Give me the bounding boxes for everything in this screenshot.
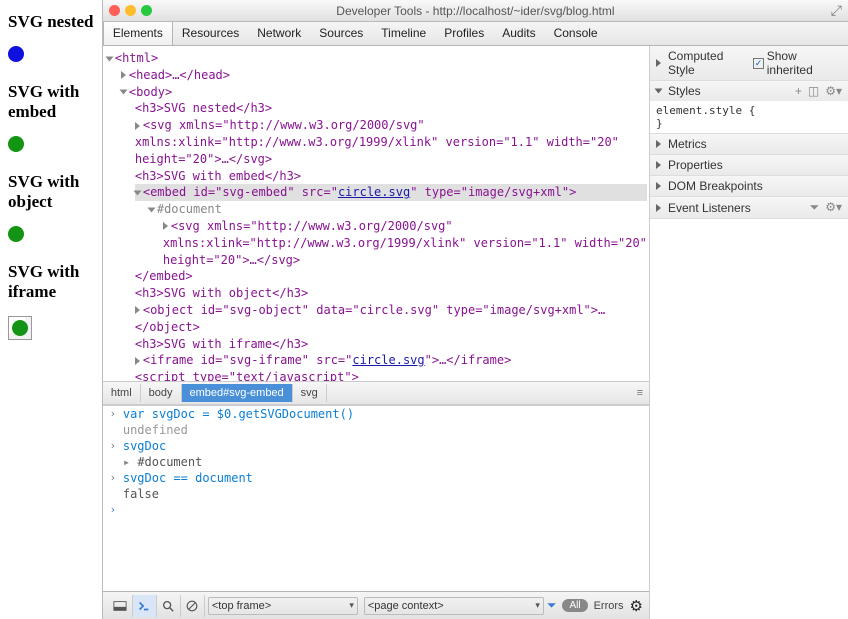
dock-toggle-icon[interactable] <box>109 595 133 617</box>
tab-profiles[interactable]: Profiles <box>435 22 493 45</box>
svg-iframe-box <box>8 316 32 340</box>
tab-timeline[interactable]: Timeline <box>372 22 435 45</box>
svg-circle-embed <box>8 136 24 152</box>
console-panel[interactable]: ›var svgDoc = $0.getSVGDocument() undefi… <box>103 405 649 591</box>
tab-console[interactable]: Console <box>545 22 607 45</box>
filter-icon[interactable]: ⏷ <box>810 200 820 215</box>
dom-node[interactable]: <object id="svg-object" data="circle.svg… <box>135 303 605 334</box>
console-output: ▸ #document <box>123 455 202 469</box>
window-zoom-icon[interactable] <box>141 5 152 16</box>
filter-icon[interactable]: ⏷ <box>547 598 557 613</box>
window-expand-icon[interactable]: ⤢ <box>831 2 842 19</box>
tab-elements[interactable]: Elements <box>103 22 173 45</box>
crumb-svg[interactable]: svg <box>293 384 327 402</box>
dom-shadow-doc[interactable]: #document <box>157 202 222 216</box>
breadcrumb-menu-icon[interactable]: ≡ <box>637 387 643 399</box>
styles-body[interactable]: element.style { } <box>650 101 848 133</box>
tab-resources[interactable]: Resources <box>173 22 248 45</box>
filter-errors-button[interactable]: Errors <box>594 600 624 612</box>
console-output: false <box>123 487 159 501</box>
dom-breadcrumb: html body embed#svg-embed svg ≡ <box>103 381 649 405</box>
window-title: Developer Tools - http://localhost/~ider… <box>103 4 848 18</box>
show-console-icon[interactable] <box>133 595 157 617</box>
page-heading-object: SVG with object <box>8 172 96 212</box>
tab-network[interactable]: Network <box>248 22 310 45</box>
filter-all-button[interactable]: All <box>562 599 587 612</box>
dom-node[interactable]: <h3>SVG with iframe</h3> <box>135 337 308 351</box>
svg-circle-nested <box>8 46 24 62</box>
gear-icon[interactable]: ⚙▾ <box>825 84 842 98</box>
sidebar-event-listeners-label[interactable]: Event Listeners <box>668 201 751 215</box>
dom-node[interactable]: <iframe id="svg-iframe" src="circle.svg"… <box>143 353 511 367</box>
show-inherited-checkbox[interactable]: ✓ <box>753 58 764 69</box>
console-input: var svgDoc = $0.getSVGDocument() <box>123 407 354 421</box>
gear-icon[interactable]: ⚙▾ <box>825 200 842 215</box>
devtools-window: Developer Tools - http://localhost/~ider… <box>102 0 848 619</box>
clear-console-icon[interactable] <box>181 595 205 617</box>
devtools-tabs: Elements Resources Network Sources Timel… <box>103 22 848 46</box>
tab-sources[interactable]: Sources <box>310 22 372 45</box>
crumb-body[interactable]: body <box>141 384 182 402</box>
sidebar-show-inherited-label: Show inherited <box>767 49 842 77</box>
console-input: svgDoc <box>123 439 166 453</box>
console-output: undefined <box>123 423 188 437</box>
iframe-src-link[interactable]: circle.svg <box>352 353 424 367</box>
sidebar-computed-label[interactable]: Computed Style <box>668 49 749 77</box>
dom-node[interactable]: <script type="text/javascript"> <box>135 370 359 381</box>
tab-audits[interactable]: Audits <box>493 22 544 45</box>
search-icon[interactable] <box>157 595 181 617</box>
sidebar-dom-breakpoints-label[interactable]: DOM Breakpoints <box>668 179 763 193</box>
sidebar-metrics-label[interactable]: Metrics <box>668 137 707 151</box>
dom-node[interactable]: <html> <box>115 51 158 65</box>
dom-node[interactable]: <h3>SVG with object</h3> <box>135 286 308 300</box>
dom-node[interactable]: <svg xmlns="http://www.w3.org/2000/svg" … <box>163 219 649 267</box>
dom-tree[interactable]: <html> <head>…</head> <body> <h3>SVG nes… <box>103 46 649 381</box>
dom-node[interactable]: </embed> <box>135 269 193 283</box>
embed-src-link[interactable]: circle.svg <box>338 185 410 199</box>
window-minimize-icon[interactable] <box>125 5 136 16</box>
rendered-page: SVG nested SVG with embed SVG with objec… <box>0 0 102 619</box>
console-input: svgDoc == document <box>123 471 253 485</box>
devtools-titlebar[interactable]: Developer Tools - http://localhost/~ider… <box>103 0 848 22</box>
sidebar-properties-label[interactable]: Properties <box>668 158 723 172</box>
svg-circle-object <box>8 226 24 242</box>
gear-icon[interactable]: ⚙ <box>630 597 643 615</box>
page-heading-iframe: SVG with iframe <box>8 262 96 302</box>
styles-sidebar: Computed Style ✓Show inherited Styles + … <box>650 46 848 619</box>
page-heading-embed: SVG with embed <box>8 82 96 122</box>
dom-node[interactable]: <body> <box>129 85 172 99</box>
frame-select[interactable]: <top frame>▾ <box>208 597 358 615</box>
page-heading-nested: SVG nested <box>8 12 96 32</box>
window-close-icon[interactable] <box>109 5 120 16</box>
dom-node[interactable]: <head>…</head> <box>129 68 230 82</box>
add-style-icon[interactable]: + <box>795 84 802 98</box>
sidebar-styles-label[interactable]: Styles <box>668 84 701 98</box>
crumb-embed[interactable]: embed#svg-embed <box>182 384 293 402</box>
context-select[interactable]: <page context>▾ <box>364 597 544 615</box>
dom-node[interactable]: <svg xmlns="http://www.w3.org/2000/svg" … <box>135 118 626 166</box>
crumb-html[interactable]: html <box>103 384 141 402</box>
toggle-state-icon[interactable]: ◫ <box>808 84 819 98</box>
svg-circle-iframe <box>12 320 28 336</box>
dom-node[interactable]: <h3>SVG with embed</h3> <box>135 169 301 183</box>
devtools-footer: <top frame>▾ <page context>▾ ⏷ All Error… <box>103 591 649 619</box>
dom-node[interactable]: <h3>SVG nested</h3> <box>135 101 272 115</box>
dom-node-selected[interactable]: <embed id="svg-embed" src="circle.svg" t… <box>143 185 577 199</box>
